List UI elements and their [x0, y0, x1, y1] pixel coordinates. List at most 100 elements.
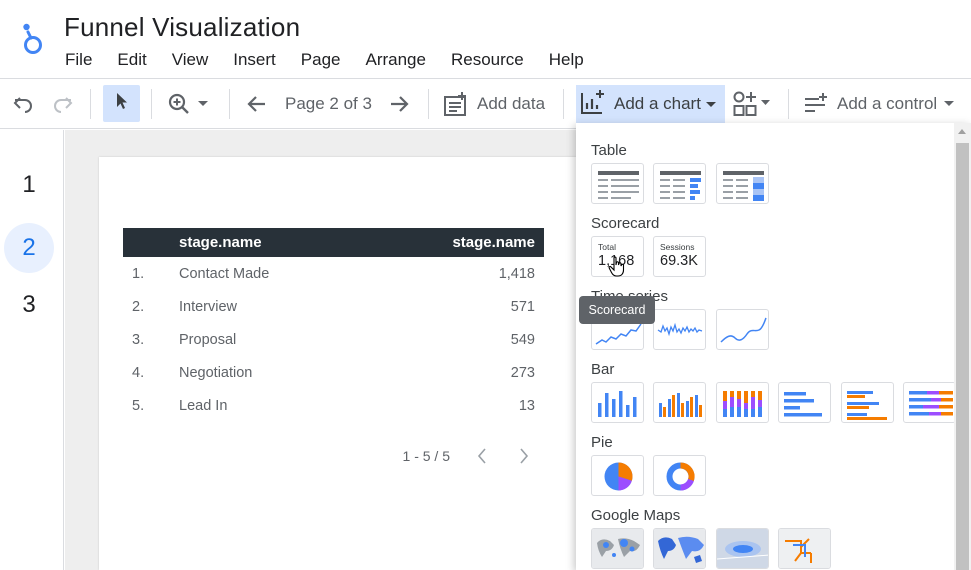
menu-file[interactable]: File [65, 50, 92, 70]
chart-option-grouped-column[interactable] [653, 382, 706, 423]
chart-option-table-with-bars[interactable] [653, 163, 706, 204]
zoom-icon [167, 92, 211, 116]
scorecard-value: 69.3K [660, 253, 698, 269]
toolbar-divider [563, 89, 564, 119]
table-row: 2. Interview 571 [123, 290, 544, 323]
add-data-button[interactable]: Add data [443, 79, 545, 129]
chart-option-stacked-bar[interactable] [903, 382, 956, 423]
row-number: 4. [132, 364, 145, 381]
row-value: 571 [510, 298, 535, 315]
toolbar-divider [90, 89, 91, 119]
chart-option-smoothed-time-series[interactable] [716, 309, 769, 350]
redo-button[interactable] [51, 79, 75, 129]
previous-page-button[interactable] [245, 79, 269, 129]
section-title-bar: Bar [591, 361, 615, 378]
chevron-down-icon [705, 95, 716, 113]
chart-option-table-heatmap[interactable] [716, 163, 769, 204]
table-row: 1. Contact Made 1,418 [123, 257, 544, 290]
chart-option-column[interactable] [591, 382, 644, 423]
chart-option-scorecard-compact[interactable]: Sessions 69.3K [653, 236, 706, 277]
report-title[interactable]: Funnel Visualization [64, 12, 300, 43]
chart-option-donut[interactable] [653, 455, 706, 496]
chevron-left-icon[interactable] [472, 446, 492, 466]
scorecard-tooltip: Scorecard [579, 296, 655, 324]
add-control-button[interactable]: Add a control [803, 79, 955, 129]
cursor-icon [113, 91, 131, 116]
select-tool-button[interactable] [103, 85, 140, 122]
chart-option-pie[interactable] [591, 455, 644, 496]
scorecard-label: Sessions [660, 242, 695, 252]
row-value: 549 [510, 331, 535, 348]
row-value: 13 [518, 397, 535, 414]
page-thumb-2[interactable]: 2 [4, 223, 54, 273]
undo-button[interactable] [11, 79, 35, 129]
section-title-pie: Pie [591, 434, 613, 451]
menu-bar: File Edit View Insert Page Arrange Resou… [65, 50, 609, 70]
chart-option-line-map[interactable] [778, 528, 831, 569]
toolbar-divider [229, 89, 230, 119]
chart-option-heatmap-map[interactable] [716, 528, 769, 569]
menu-help[interactable]: Help [549, 50, 584, 70]
title-bar: Funnel Visualization File Edit View Inse… [0, 0, 971, 78]
add-chart-icon [580, 89, 606, 120]
menu-edit[interactable]: Edit [117, 50, 146, 70]
section-title-google-maps: Google Maps [591, 507, 681, 524]
table-row: 4. Negotiation 273 [123, 356, 544, 389]
undo-icon [11, 92, 35, 116]
toolbar-divider [788, 89, 789, 119]
toolbar-divider [428, 89, 429, 119]
panel-scrollbar[interactable] [954, 123, 971, 570]
row-name: Proposal [179, 331, 237, 348]
add-control-icon [803, 92, 829, 116]
page-navigator: 1 2 3 [0, 130, 64, 570]
chart-option-stacked-column[interactable] [716, 382, 769, 423]
row-name: Interview [179, 298, 238, 315]
chart-option-sparkline[interactable] [653, 309, 706, 350]
section-title-scorecard: Scorecard [591, 215, 660, 232]
scroll-up-arrow-icon[interactable] [958, 129, 966, 134]
menu-insert[interactable]: Insert [233, 50, 276, 70]
add-component-button[interactable] [733, 79, 773, 129]
chart-option-bar[interactable] [778, 382, 831, 423]
menu-view[interactable]: View [172, 50, 209, 70]
row-name: Negotiation [179, 364, 253, 381]
page-indicator: Page 2 of 3 [285, 79, 372, 129]
table-header: stage.name stage.name [123, 228, 544, 257]
chart-option-grouped-bar[interactable] [841, 382, 894, 423]
row-number: 5. [132, 397, 145, 414]
arrow-right-icon [387, 92, 411, 116]
add-component-icon [733, 91, 773, 117]
column-header-name[interactable]: stage.name [179, 234, 262, 251]
add-data-icon [443, 91, 469, 117]
menu-resource[interactable]: Resource [451, 50, 524, 70]
redo-icon [51, 92, 75, 116]
menu-arrange[interactable]: Arrange [365, 50, 425, 70]
arrow-left-icon [245, 92, 269, 116]
page-thumb-1[interactable]: 1 [0, 160, 58, 210]
row-number: 3. [132, 331, 145, 348]
table-row: 3. Proposal 549 [123, 323, 544, 356]
add-chart-label: Add a chart [614, 94, 701, 113]
chart-option-bubble-map[interactable] [591, 528, 644, 569]
looker-studio-logo-icon[interactable] [18, 20, 48, 56]
add-chart-button[interactable]: Add a chart [576, 85, 725, 123]
next-page-button[interactable] [387, 79, 411, 129]
chart-option-filled-map[interactable] [653, 528, 706, 569]
zoom-button[interactable] [167, 79, 211, 129]
menu-page[interactable]: Page [301, 50, 341, 70]
app-root: Funnel Visualization File Edit View Inse… [0, 0, 971, 570]
chevron-right-icon[interactable] [514, 446, 534, 466]
chart-option-table[interactable] [591, 163, 644, 204]
funnel-table[interactable]: stage.name stage.name 1. Contact Made 1,… [123, 228, 544, 473]
toolbar-divider [151, 89, 152, 119]
column-header-value[interactable]: stage.name [452, 234, 535, 251]
scrollbar-thumb[interactable] [956, 143, 969, 570]
page-thumb-3[interactable]: 3 [0, 280, 58, 330]
report-page[interactable]: stage.name stage.name 1. Contact Made 1,… [99, 157, 576, 570]
add-data-label: Add data [477, 94, 546, 113]
chart-picker-panel: Table Scorecard Total 1,168 Sessions 69.… [576, 123, 971, 570]
report-canvas: stage.name stage.name 1. Contact Made 1,… [65, 130, 576, 570]
row-number: 2. [132, 298, 145, 315]
row-number: 1. [132, 265, 145, 282]
section-title-table: Table [591, 142, 627, 159]
